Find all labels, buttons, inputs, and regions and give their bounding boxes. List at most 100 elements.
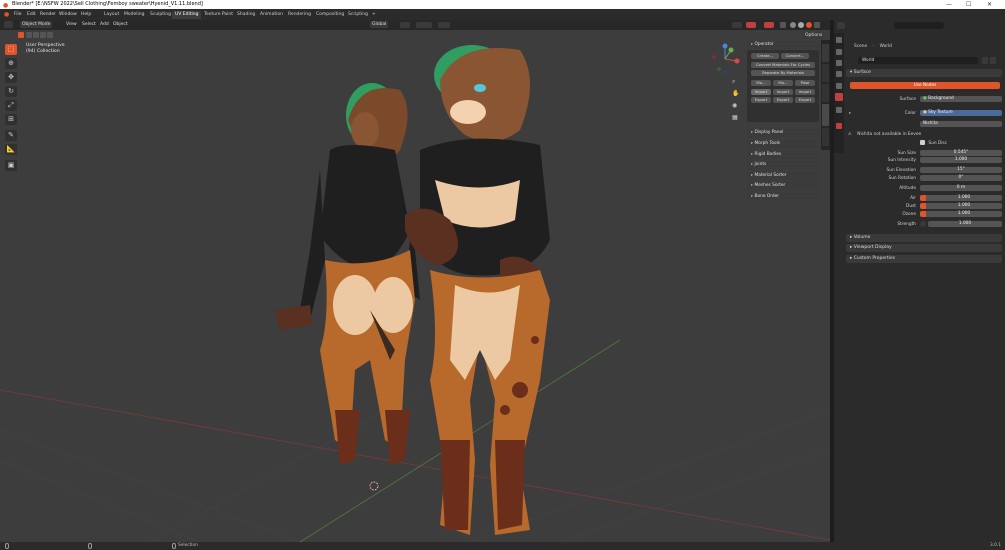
ozone-value[interactable]: 1.000 xyxy=(926,211,1002,217)
world-fake-user-icon[interactable] xyxy=(982,57,988,64)
custom-properties-section[interactable]: ▸ Custom Properties xyxy=(846,255,1002,263)
operator-section[interactable]: Operator xyxy=(747,41,819,49)
strength-link-icon[interactable] xyxy=(920,221,926,227)
menu-help[interactable]: Help xyxy=(81,11,91,18)
tab-misc[interactable] xyxy=(822,128,829,146)
menu-window[interactable]: Window xyxy=(59,11,77,18)
menu-edit[interactable]: Edit xyxy=(27,11,36,18)
tab-rendering[interactable]: Rendering xyxy=(285,11,314,19)
menu-object[interactable]: Object xyxy=(113,21,128,28)
rotate-tool[interactable]: ↻ xyxy=(5,86,17,97)
convert-materials-button[interactable]: Convert Materials For Cycles xyxy=(751,62,815,68)
camera-icon[interactable]: ◉ xyxy=(732,102,737,109)
air-value[interactable]: 1.000 xyxy=(926,195,1002,201)
import-button-3[interactable]: Import xyxy=(795,89,815,95)
select-invert-icon[interactable] xyxy=(47,32,53,38)
grid-view-icon[interactable]: ▦ xyxy=(732,114,738,121)
strength-value[interactable]: 1.000 xyxy=(928,221,1002,227)
create-button[interactable]: Create... xyxy=(751,53,779,59)
view-layer-tab-icon[interactable] xyxy=(836,71,842,77)
separate-materials-button[interactable]: Separate By Materials xyxy=(751,70,815,76)
blender-menu-icon[interactable]: ● xyxy=(4,11,9,18)
display-panel-section[interactable]: Display Panel xyxy=(747,129,819,137)
color-dropdown[interactable]: ● Sky Texture xyxy=(920,110,1002,116)
pan-icon[interactable]: ✋ xyxy=(732,90,739,97)
properties-search[interactable] xyxy=(894,22,944,29)
move-tool[interactable]: ✥ xyxy=(5,72,17,83)
scene-tab-icon[interactable] xyxy=(836,83,842,89)
add-workspace-button[interactable]: + xyxy=(369,11,379,19)
sun-rotation-value[interactable]: 0° xyxy=(920,175,1002,181)
maximize-button[interactable]: ☐ xyxy=(966,0,971,9)
tab-mmd[interactable] xyxy=(822,104,829,126)
transform-tool[interactable]: ⊞ xyxy=(5,114,17,125)
select-extend-icon[interactable] xyxy=(33,32,39,38)
navigation-gizmo[interactable] xyxy=(708,42,742,76)
snap-icon[interactable] xyxy=(416,22,432,28)
add-cube-tool[interactable]: ▣ xyxy=(5,160,17,171)
mode-selector[interactable]: Object Mode xyxy=(20,21,53,28)
menu-file[interactable]: File xyxy=(14,11,22,18)
shading-material-icon[interactable] xyxy=(798,22,804,28)
overlay-toggle-icon[interactable] xyxy=(764,22,774,28)
menu-view[interactable]: View xyxy=(66,21,77,28)
tab-layout[interactable]: Layout xyxy=(101,11,122,19)
shading-rendered-icon[interactable] xyxy=(806,22,812,28)
sun-disc-checkbox[interactable] xyxy=(920,140,925,145)
tab-texture-paint[interactable]: Texture Paint xyxy=(201,11,236,19)
world-tab-icon[interactable] xyxy=(835,93,843,101)
material-sorter-section[interactable]: Material Sorter xyxy=(747,172,819,180)
3d-viewport[interactable]: Object Mode View Select Add Object Globa… xyxy=(0,20,830,542)
collection-tab-icon[interactable] xyxy=(836,107,842,113)
visibility-icon[interactable] xyxy=(732,22,742,28)
surface-dropdown[interactable]: ● Background xyxy=(920,96,1002,102)
import-button-1[interactable]: Import xyxy=(751,89,771,95)
render-tab-icon[interactable] xyxy=(836,49,842,55)
import-button-2[interactable]: Import xyxy=(773,89,793,95)
texture-tab-icon[interactable] xyxy=(836,123,842,129)
joints-section[interactable]: Joints xyxy=(747,161,819,169)
viewport-display-section[interactable]: ▸ Viewport Display xyxy=(846,244,1002,252)
measure-tool[interactable]: 📐 xyxy=(5,144,17,155)
cursor-tool[interactable]: ⊕ xyxy=(5,58,17,69)
pivot-icon[interactable] xyxy=(400,22,410,28)
rigid-bodies-section[interactable]: Rigid Bodies xyxy=(747,151,819,159)
use-nodes-button[interactable]: Use Nodes xyxy=(850,82,1000,89)
tab-shading[interactable]: Shading xyxy=(234,11,258,19)
tab-compositing[interactable]: Compositing xyxy=(313,11,347,19)
menu-add[interactable]: Add xyxy=(100,21,109,28)
bone-order-section[interactable]: Bone Order xyxy=(747,193,819,201)
select-new-icon[interactable] xyxy=(26,32,32,38)
properties-editor-icon[interactable] xyxy=(837,22,845,29)
sky-type-dropdown[interactable]: Nishita xyxy=(920,121,1002,127)
xray-toggle-icon[interactable] xyxy=(780,22,786,28)
volume-section[interactable]: ▸ Volume xyxy=(846,234,1002,242)
menu-render[interactable]: Render xyxy=(40,11,56,18)
transform-orientation[interactable]: Global xyxy=(370,21,389,28)
select-subtract-icon[interactable] xyxy=(40,32,46,38)
options-dropdown[interactable]: Options xyxy=(803,32,825,39)
mode-toggle-icon[interactable] xyxy=(18,32,24,38)
world-datablock[interactable]: World xyxy=(858,57,978,64)
editor-type-icon[interactable] xyxy=(4,21,13,28)
convert-button[interactable]: Convert... xyxy=(781,53,809,59)
pose-button[interactable]: Pose xyxy=(795,80,815,86)
proportional-edit-icon[interactable] xyxy=(438,22,450,28)
sun-intensity-value[interactable]: 1.000 xyxy=(920,157,1002,163)
scale-tool[interactable]: ⤢ xyxy=(5,100,17,111)
output-tab-icon[interactable] xyxy=(836,60,842,66)
shading-solid-icon[interactable] xyxy=(790,22,796,28)
model-button-2[interactable]: Mo... xyxy=(773,80,793,86)
morph-tools-section[interactable]: Morph Tools xyxy=(747,140,819,148)
annotate-tool[interactable]: ✎ xyxy=(5,130,17,141)
export-button-2[interactable]: Export xyxy=(773,97,793,103)
model-button-1[interactable]: Mo... xyxy=(751,80,771,86)
minimize-button[interactable]: — xyxy=(946,0,952,9)
shading-options-icon[interactable] xyxy=(814,22,820,28)
world-unlink-icon[interactable] xyxy=(990,57,996,64)
tab-modeling[interactable]: Modeling xyxy=(121,11,147,19)
tab-tool[interactable] xyxy=(822,64,829,82)
meshes-sorter-section[interactable]: Meshes Sorter xyxy=(747,182,819,190)
select-box-tool[interactable]: ⬚ xyxy=(5,44,17,55)
tab-sculpting[interactable]: Sculpting xyxy=(147,11,174,19)
